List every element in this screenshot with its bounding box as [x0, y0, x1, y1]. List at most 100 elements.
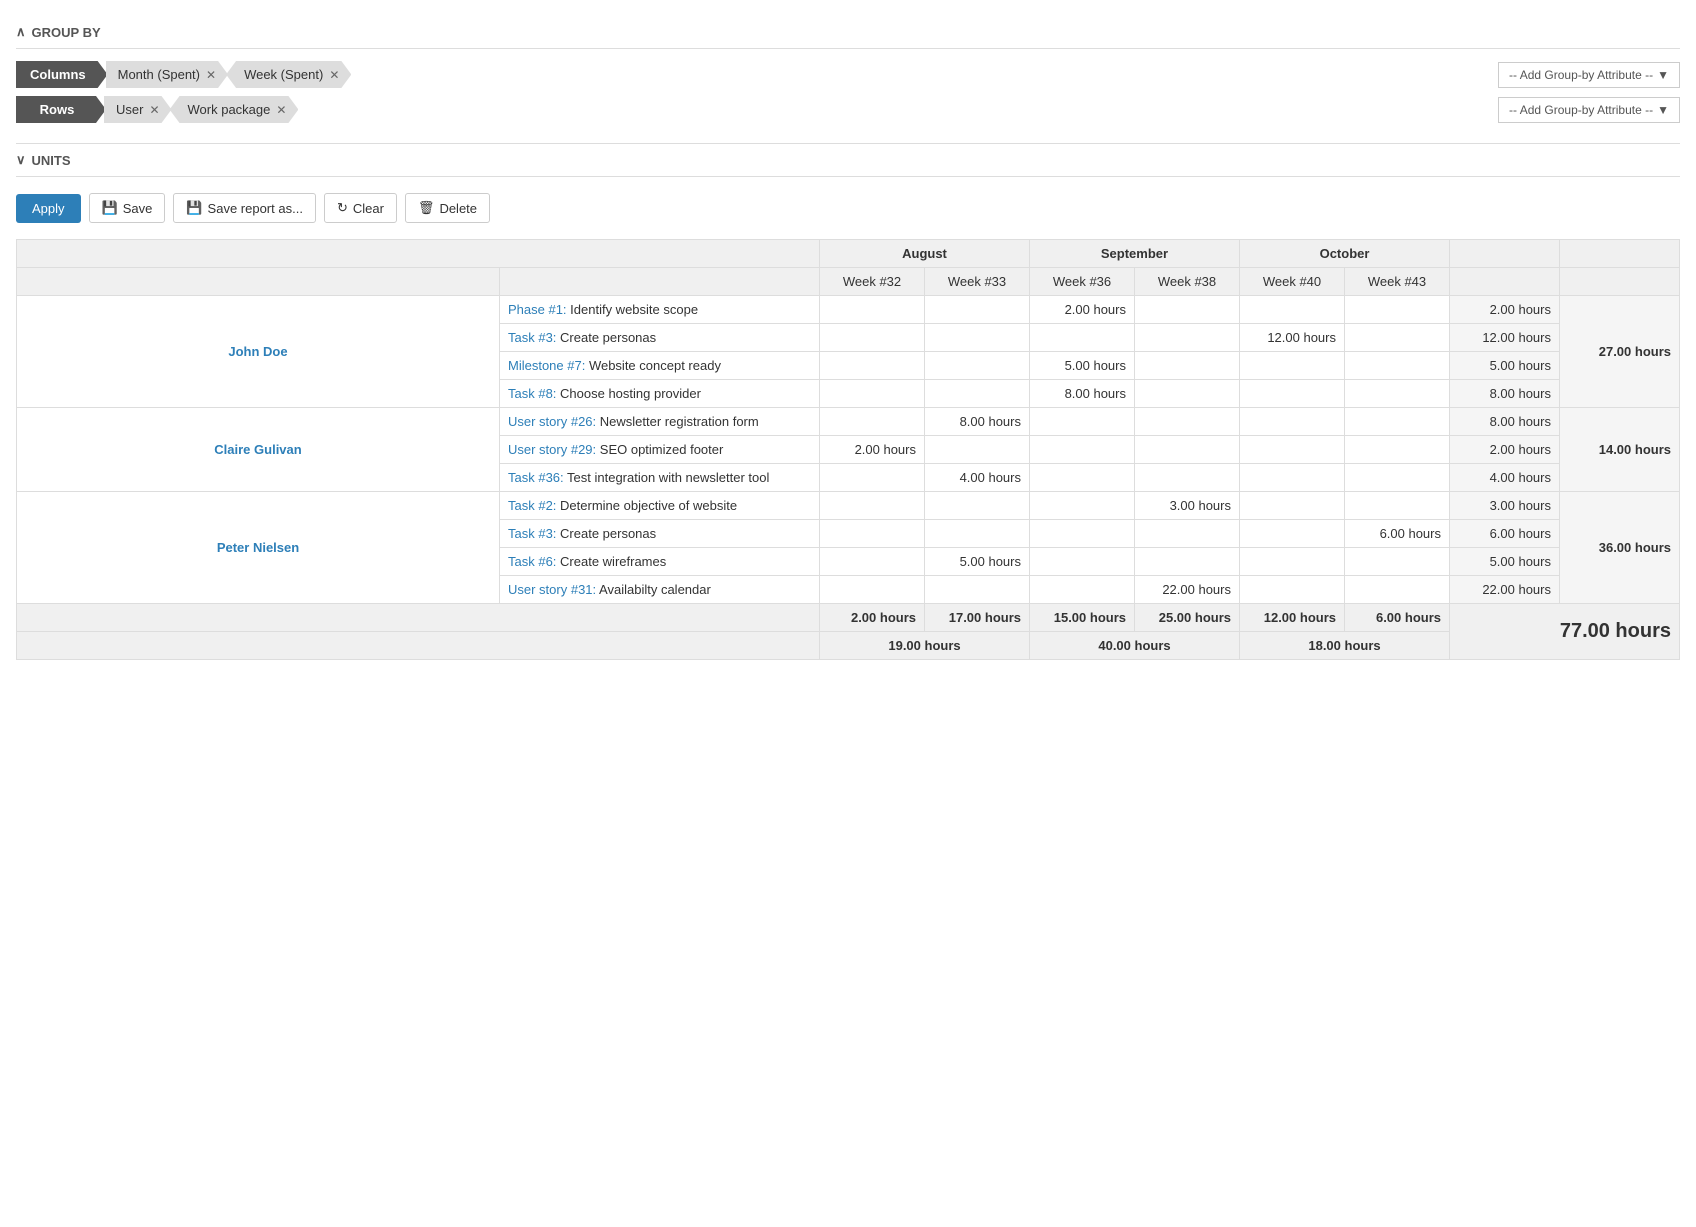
rows-label: Rows	[16, 96, 106, 123]
columns-tags: Month (Spent) ✕ Week (Spent) ✕	[108, 61, 352, 88]
hours-0-0-5	[1345, 296, 1450, 324]
hours-0-1-0	[820, 324, 925, 352]
hours-0-1-1	[925, 324, 1030, 352]
hours-0-3-3	[1135, 380, 1240, 408]
hours-2-3-3: 22.00 hours	[1135, 576, 1240, 604]
item-name-1-0: User story #26: Newsletter registration …	[500, 408, 820, 436]
row-total-2-3: 22.00 hours	[1450, 576, 1560, 604]
row-total-0-2: 5.00 hours	[1450, 352, 1560, 380]
delete-button[interactable]: 🗑 Delete	[405, 193, 490, 223]
hours-2-0-4	[1240, 492, 1345, 520]
columns-label: Columns	[16, 61, 108, 88]
footer1-col-3: 25.00 hours	[1135, 604, 1240, 632]
item-name-2-2: Task #6: Create wireframes	[500, 548, 820, 576]
hours-0-0-4	[1240, 296, 1345, 324]
save-as-button[interactable]: 💾 Save report as...	[173, 193, 316, 223]
header-work-item	[500, 268, 820, 296]
hours-1-1-3	[1135, 436, 1240, 464]
hours-2-1-0	[820, 520, 925, 548]
remove-user[interactable]: ✕	[149, 103, 159, 117]
footer2-month-0: 19.00 hours	[820, 632, 1030, 660]
row-total-1-0: 8.00 hours	[1450, 408, 1560, 436]
header-user-total	[1560, 268, 1680, 296]
hours-2-0-0	[820, 492, 925, 520]
remove-work-package[interactable]: ✕	[276, 103, 286, 117]
header-row-total-blank	[1450, 240, 1560, 268]
hours-1-2-5	[1345, 464, 1450, 492]
header-week43: Week #43	[1345, 268, 1450, 296]
footer1-col-5: 6.00 hours	[1345, 604, 1450, 632]
hours-2-2-0	[820, 548, 925, 576]
hours-0-0-2: 2.00 hours	[1030, 296, 1135, 324]
group-by-header[interactable]: ∧ GROUP BY	[16, 16, 1680, 48]
hours-2-0-2	[1030, 492, 1135, 520]
units-header[interactable]: ∨ UNITS	[16, 144, 1680, 176]
hours-1-0-4	[1240, 408, 1345, 436]
header-week38: Week #38	[1135, 268, 1240, 296]
header-corner	[17, 240, 820, 268]
hours-0-2-4	[1240, 352, 1345, 380]
row-total-2-2: 5.00 hours	[1450, 548, 1560, 576]
item-name-1-1: User story #29: SEO optimized footer	[500, 436, 820, 464]
columns-row: Columns Month (Spent) ✕ Week (Spent) ✕ -…	[16, 61, 1680, 88]
tag-user: User ✕	[104, 96, 172, 123]
hours-2-2-2	[1030, 548, 1135, 576]
user-total-0: 27.00 hours	[1560, 296, 1680, 408]
hours-0-1-4: 12.00 hours	[1240, 324, 1345, 352]
rows-tags: User ✕ Work package ✕	[106, 96, 298, 123]
rows-row: Rows User ✕ Work package ✕ -- Add Group-…	[16, 96, 1680, 123]
hours-1-1-0: 2.00 hours	[820, 436, 925, 464]
tag-month-spent: Month (Spent) ✕	[106, 61, 228, 88]
units-label: UNITS	[32, 153, 71, 168]
chevron-up-icon: ∧	[16, 24, 26, 40]
remove-week-spent[interactable]: ✕	[329, 68, 339, 82]
grand-total: 77.00 hours	[1450, 604, 1680, 660]
hours-1-1-5	[1345, 436, 1450, 464]
remove-month-spent[interactable]: ✕	[206, 68, 216, 82]
header-user	[17, 268, 500, 296]
trash-icon: 🗑	[418, 200, 435, 216]
row-total-1-1: 2.00 hours	[1450, 436, 1560, 464]
clear-button[interactable]: ↻ Clear	[324, 193, 397, 223]
hours-0-2-1	[925, 352, 1030, 380]
user-total-2: 36.00 hours	[1560, 492, 1680, 604]
hours-2-2-3	[1135, 548, 1240, 576]
hours-1-0-1: 8.00 hours	[925, 408, 1030, 436]
footer1-col-4: 12.00 hours	[1240, 604, 1345, 632]
add-columns-attr[interactable]: -- Add Group-by Attribute -- ▼	[1498, 62, 1680, 88]
chevron-down-icon: ▼	[1657, 103, 1669, 117]
chevron-down-icon: ▼	[1657, 68, 1669, 82]
hours-2-1-1	[925, 520, 1030, 548]
hours-1-2-3	[1135, 464, 1240, 492]
units-section: ∨ UNITS	[16, 144, 1680, 177]
user-cell-2: Peter Nielsen	[17, 492, 500, 604]
apply-button[interactable]: Apply	[16, 194, 81, 223]
hours-0-3-1	[925, 380, 1030, 408]
row-total-0-1: 12.00 hours	[1450, 324, 1560, 352]
toolbar: Apply 💾 Save 💾 Save report as... ↻ Clear…	[16, 193, 1680, 223]
row-total-2-1: 6.00 hours	[1450, 520, 1560, 548]
row-total-1-2: 4.00 hours	[1450, 464, 1560, 492]
item-name-0-1: Task #3: Create personas	[500, 324, 820, 352]
row-total-0-3: 8.00 hours	[1450, 380, 1560, 408]
save-as-icon: 💾	[186, 200, 202, 216]
hours-2-0-5	[1345, 492, 1450, 520]
hours-2-3-5	[1345, 576, 1450, 604]
hours-1-1-4	[1240, 436, 1345, 464]
hours-0-0-3	[1135, 296, 1240, 324]
hours-0-0-1	[925, 296, 1030, 324]
item-name-2-0: Task #2: Determine objective of website	[500, 492, 820, 520]
user-cell-0: John Doe	[17, 296, 500, 408]
user-total-1: 14.00 hours	[1560, 408, 1680, 492]
hours-2-1-3	[1135, 520, 1240, 548]
item-name-0-0: Phase #1: Identify website scope	[500, 296, 820, 324]
hours-0-1-3	[1135, 324, 1240, 352]
add-rows-attr[interactable]: -- Add Group-by Attribute -- ▼	[1498, 97, 1680, 123]
footer2-month-2: 18.00 hours	[1240, 632, 1450, 660]
hours-0-1-2	[1030, 324, 1135, 352]
hours-0-2-2: 5.00 hours	[1030, 352, 1135, 380]
header-week33: Week #33	[925, 268, 1030, 296]
save-button[interactable]: 💾 Save	[89, 193, 166, 223]
undo-icon: ↻	[337, 200, 348, 216]
tag-week-spent: Week (Spent) ✕	[226, 61, 351, 88]
